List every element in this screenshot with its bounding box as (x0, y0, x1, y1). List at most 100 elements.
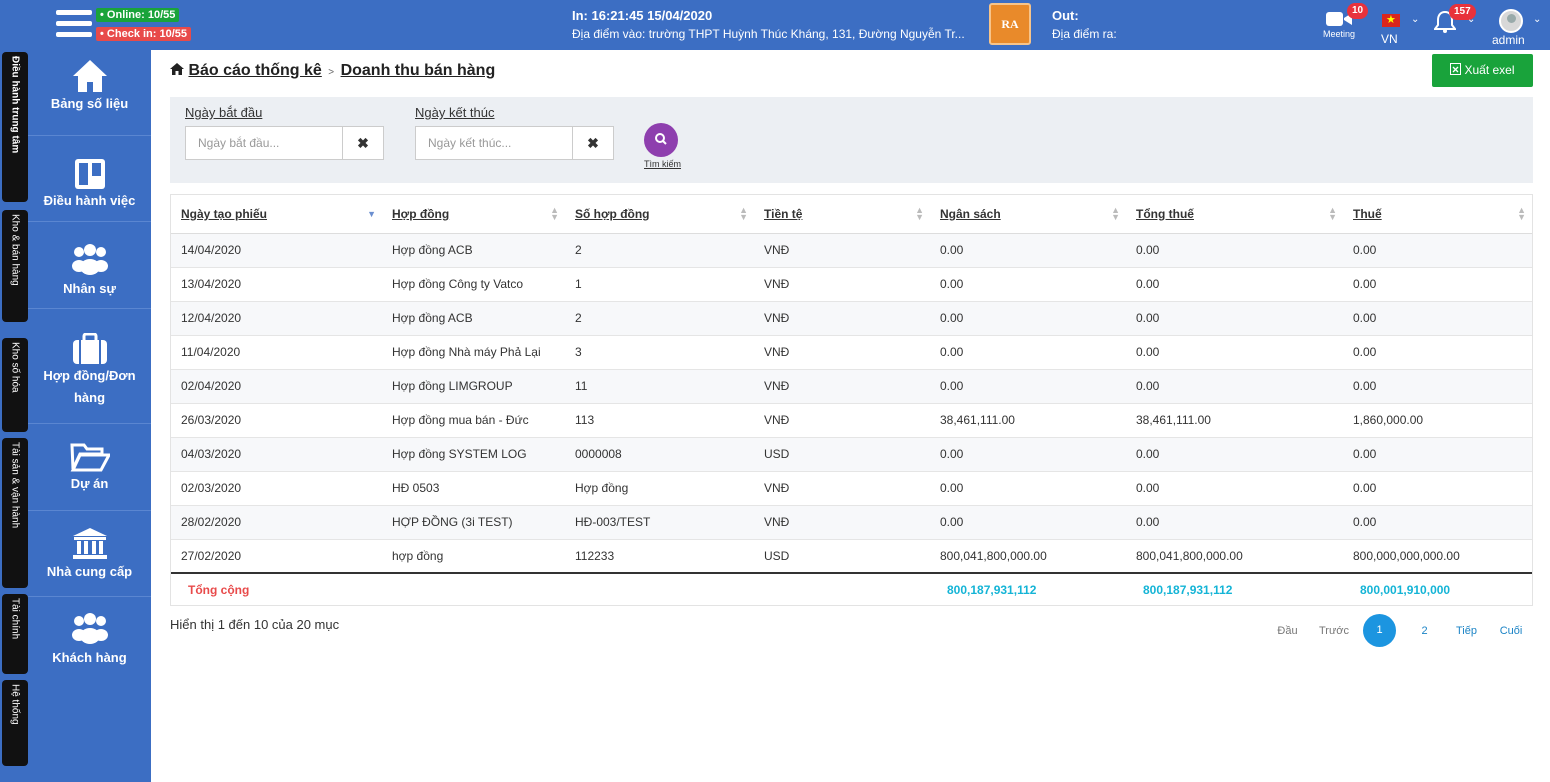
table-info: Hiển thị 1 đến 10 của 20 mục (170, 617, 340, 632)
column-header-hop-dong[interactable]: Hợp đồng ▲ ▼ (382, 195, 565, 234)
end-date-clear-button[interactable]: ✖ (572, 126, 614, 160)
home-icon[interactable] (170, 63, 184, 75)
strip-tab-kho-so-hoa[interactable]: Kho số hóa (2, 338, 28, 432)
column-label: Tổng thuế (1136, 206, 1194, 221)
cell-budget: 0.00 (930, 335, 1126, 370)
sort-desc-icon: ▼ (367, 209, 376, 219)
column-header-ngay-tao-phieu[interactable]: Ngày tạo phiếu ▼ (171, 195, 382, 234)
sidebar-item-du-an[interactable]: Dự án (28, 424, 151, 511)
strip-tab-kho-ban-hang[interactable]: Kho & bán hàng (2, 210, 28, 322)
column-header-thue[interactable]: Thuế ▲ ▼ (1343, 195, 1532, 234)
pagination-first[interactable]: Đầu (1271, 617, 1304, 645)
cell-total-tax: 0.00 (1126, 505, 1343, 540)
column-header-tien-te[interactable]: Tiền tệ ▲ ▼ (754, 195, 930, 234)
strip-tab-he-thong[interactable]: Hệ thống (2, 680, 28, 766)
end-date-label: Ngày kết thúc (415, 105, 495, 120)
sort-icon: ▲ ▼ (739, 205, 748, 222)
cell-total-tax: 0.00 (1126, 233, 1343, 268)
cell-date: 02/03/2020 (171, 471, 382, 506)
cell-budget: 0.00 (930, 471, 1126, 506)
briefcase-icon (72, 333, 107, 364)
ra-logo[interactable]: RA (989, 3, 1031, 45)
strip-tab-tai-san[interactable]: Tài sản & vận hành (2, 438, 28, 588)
table-row[interactable]: 12/04/2020 Hợp đồng ACB 2 VNĐ 0.00 0.00 0.00 (171, 301, 1532, 336)
sidebar-item-nha-cung-cap[interactable]: Nhà cung cấp (28, 511, 151, 597)
cell-total-tax: 800,041,800,000.00 (1126, 539, 1343, 574)
cell-contract-number: 112233 (565, 539, 754, 574)
sidebar-item-hop-dong[interactable]: Hợp đồng/Đơn hàng (28, 309, 151, 424)
close-icon: ✖ (587, 135, 599, 151)
pagination-next[interactable]: Tiếp (1450, 617, 1483, 645)
table-row[interactable]: 28/02/2020 HỢP ĐỒNG (3i TEST) HĐ-003/TEST V… (171, 505, 1532, 540)
pagination-last[interactable]: Cuối (1493, 617, 1529, 645)
table-row[interactable]: 04/03/2020 Hợp đồng SYSTEM LOG 0000008 USD 0… (171, 437, 1532, 472)
breadcrumb-parent-link[interactable]: Báo cáo thống kê (188, 62, 321, 79)
cell-contract: hợp đồng (382, 539, 565, 574)
sort-icon: ▲ ▼ (1111, 205, 1120, 222)
start-date-input[interactable]: Ngày bắt đầu... (185, 126, 343, 160)
column-header-ngan-sach[interactable]: Ngân sách ▲ ▼ (930, 195, 1126, 234)
cell-date: 04/03/2020 (171, 437, 382, 472)
cell-tax: 1,860,000.00 (1343, 403, 1532, 438)
cell-contract: HỢP ĐỒNG (3i TEST) (382, 505, 565, 540)
cell-contract-number: 0000008 (565, 437, 754, 472)
module-strip: Điều hành trung tâm Kho & bán hàng Kho s… (0, 50, 28, 782)
top-bar: • Online: 10/55 • Check in: 10/55 In: 16… (0, 0, 1550, 50)
menu-icon[interactable] (56, 10, 92, 40)
chevron-down-icon[interactable]: ⌄ (1467, 14, 1475, 25)
checkin-text: Check in: 10/55 (106, 28, 188, 40)
strip-tab-label: Hệ thống (9, 684, 21, 725)
cell-budget: 0.00 (930, 369, 1126, 404)
pagination-prev[interactable]: Trước (1315, 617, 1353, 645)
start-date-clear-button[interactable]: ✖ (342, 126, 384, 160)
column-header-so-hop-dong[interactable]: Số hợp đồng ▲ ▼ (565, 195, 754, 234)
total-empty-cell (382, 572, 565, 606)
table-row[interactable]: 27/02/2020 hợp đồng 112233 USD 800,041,800,0… (171, 539, 1532, 574)
cell-currency: USD (754, 539, 930, 574)
user-name[interactable]: admin (1492, 33, 1525, 47)
pagination-page-1[interactable]: 1 (1363, 614, 1396, 647)
cell-contract: Hợp đồng Nhà máy Phả Lại (382, 335, 565, 370)
cell-total-tax: 0.00 (1126, 471, 1343, 506)
cell-total-tax: 0.00 (1126, 267, 1343, 302)
sidebar-item-khach-hang[interactable]: Khách hàng (28, 597, 151, 683)
table-row[interactable]: 14/04/2020 Hợp đồng ACB 2 VNĐ 0.00 0.00 0.00 (171, 233, 1532, 268)
cell-contract: Hợp đồng SYSTEM LOG (382, 437, 565, 472)
strip-tab-tai-chinh[interactable]: Tài chính (2, 594, 28, 674)
cell-currency: VNĐ (754, 471, 930, 506)
strip-tab-label: Tài chính (9, 598, 21, 640)
sidebar-item-bang-so-lieu[interactable]: Bảng số liệu (28, 50, 151, 136)
cell-date: 02/04/2020 (171, 369, 382, 404)
logo-text: RA (1001, 17, 1019, 31)
table-row[interactable]: 26/03/2020 Hợp đồng mua bán - Đức 113 VNĐ 38… (171, 403, 1532, 438)
sidebar-item-nhan-su[interactable]: Nhân sự (28, 222, 151, 309)
search-button[interactable] (644, 123, 678, 157)
table-row[interactable]: 02/04/2020 Hợp đồng LIMGROUP 11 VNĐ 0.00 0.00… (171, 369, 1532, 404)
total-empty-cell (754, 572, 930, 606)
language-label: VN (1381, 32, 1398, 46)
pagination-page-2[interactable]: 2 (1408, 617, 1441, 645)
end-date-input[interactable]: Ngày kết thúc... (415, 126, 573, 160)
search-label[interactable]: Tìm kiếm (644, 159, 681, 169)
table-row[interactable]: 11/04/2020 Hợp đồng Nhà máy Phả Lại 3 VNĐ 0.… (171, 335, 1532, 370)
language-selector[interactable]: ⌄ VN (1378, 10, 1426, 46)
table-row[interactable]: 02/03/2020 HĐ 0503 Hợp đồng VNĐ 0.00 0.00 0.00 (171, 471, 1532, 506)
strip-tab-label: Kho & bán hàng (9, 214, 21, 286)
cell-contract-number: 113 (565, 403, 754, 438)
cell-contract: Hợp đồng Công ty Vatco (382, 267, 565, 302)
cell-tax: 0.00 (1343, 369, 1532, 404)
sidebar-item-label: Khách hàng (52, 650, 127, 665)
export-excel-button[interactable]: Xuất exel (1432, 54, 1533, 87)
sort-icon: ▲ ▼ (550, 205, 559, 222)
table-row[interactable]: 13/04/2020 Hợp đồng Công ty Vatco 1 VNĐ 0.00… (171, 267, 1532, 302)
cell-contract: Hợp đồng ACB (382, 233, 565, 268)
strip-tab-dieu-hanh[interactable]: Điều hành trung tâm (2, 52, 28, 202)
column-header-tong-thue[interactable]: Tổng thuế ▲ ▼ (1126, 195, 1343, 234)
cell-currency: USD (754, 437, 930, 472)
chevron-down-icon[interactable]: ⌄ (1533, 14, 1541, 25)
bank-icon (72, 528, 107, 559)
avatar[interactable] (1499, 9, 1523, 33)
sidebar-item-dieu-hanh-viec[interactable]: Điều hành việc (28, 136, 151, 222)
total-label: Tổng cộng (171, 572, 382, 606)
cell-contract-number: 3 (565, 335, 754, 370)
